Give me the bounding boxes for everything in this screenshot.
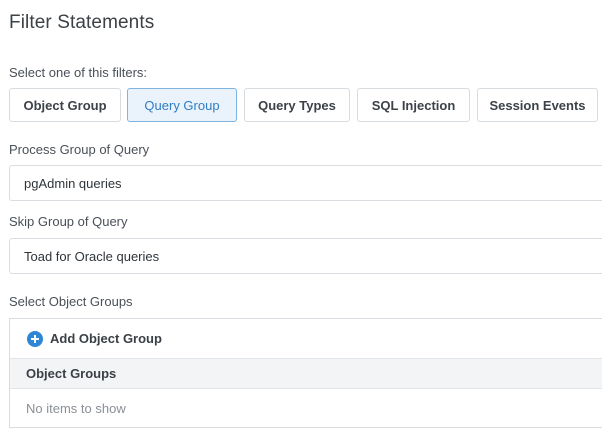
filter-statements-page: Filter Statements Select one of this fil…: [0, 0, 602, 433]
skip-group-field[interactable]: Toad for Oracle queries: [9, 238, 602, 274]
add-object-group-label: Add Object Group: [50, 331, 162, 346]
tab-session-events[interactable]: Session Events: [477, 88, 598, 122]
tab-sql-injection[interactable]: SQL Injection: [357, 88, 470, 122]
object-groups-label: Select Object Groups: [9, 294, 133, 309]
page-title: Filter Statements: [9, 12, 155, 33]
object-groups-panel: Add Object Group Object Groups No items …: [9, 318, 602, 428]
object-groups-column-header: Object Groups: [10, 358, 602, 389]
empty-state-text: No items to show: [26, 400, 126, 416]
tab-query-types[interactable]: Query Types: [244, 88, 350, 122]
skip-group-label: Skip Group of Query: [9, 214, 128, 229]
tab-object-group[interactable]: Object Group: [9, 88, 121, 122]
process-group-label: Process Group of Query: [9, 142, 150, 157]
plus-circle-icon: [27, 330, 43, 347]
add-object-group-button[interactable]: Add Object Group: [27, 330, 162, 347]
process-group-field[interactable]: pgAdmin queries: [9, 165, 602, 201]
filters-label: Select one of this filters:: [9, 65, 148, 80]
tab-query-group[interactable]: Query Group: [127, 88, 237, 122]
filter-tabs: Object Group Query Group Query Types SQL…: [9, 88, 602, 122]
object-groups-toolbar: Add Object Group: [10, 319, 602, 358]
